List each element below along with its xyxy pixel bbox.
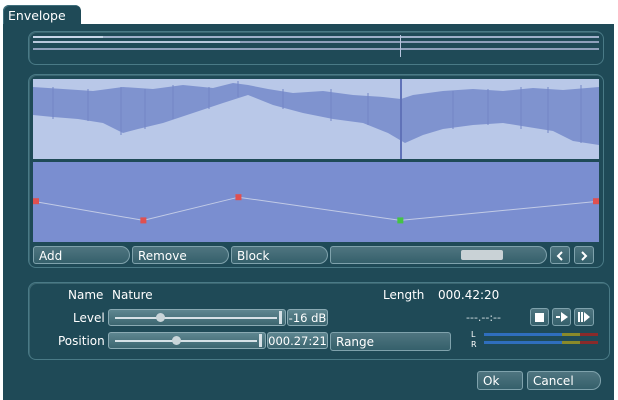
playhead-marker[interactable] [400,35,401,57]
play-button[interactable] [552,308,571,326]
position-slider-knob[interactable] [171,336,181,345]
meter-right-label: R [471,340,477,349]
block-button[interactable]: Block [231,246,328,264]
range-button[interactable]: Range [330,332,451,351]
length-value: 000.42:20 [438,288,500,302]
stop-button[interactable] [530,308,549,326]
position-slider[interactable] [108,332,266,349]
position-value-field[interactable]: 000.27:21 [267,332,328,349]
level-slider-knob[interactable] [156,313,166,322]
position-value: 000.27:21 [268,334,327,348]
play-selection-button[interactable] [574,308,594,326]
envelope-point[interactable] [140,217,147,224]
chevron-right-icon [581,251,588,261]
meter-left-label: L [471,330,476,339]
play-selection-icon [578,312,590,322]
scroll-left-button[interactable] [550,246,570,264]
audio-level-meter [484,333,598,347]
level-value: -16 dB [288,311,327,325]
cancel-button[interactable]: Cancel [527,371,601,390]
envelope-line [33,196,599,221]
level-slider[interactable] [108,309,286,326]
level-label: Level [73,311,105,325]
tab-envelope[interactable]: Envelope [3,5,81,25]
ok-button[interactable]: Ok [477,371,523,390]
overview-ruler[interactable] [33,35,599,61]
waveform-display[interactable] [33,79,599,159]
position-label: Position [58,334,105,348]
envelope-editor[interactable] [33,162,599,242]
name-value: Nature [112,288,153,302]
remove-button[interactable]: Remove [132,246,229,264]
envelope-point[interactable] [33,198,39,205]
name-label: Name [68,288,104,302]
waveform-graphic [33,79,599,159]
envelope-point[interactable] [235,194,242,201]
level-value-field[interactable]: -16 dB [287,309,328,326]
scroll-bar[interactable] [330,246,547,264]
scroll-thumb[interactable] [461,250,503,260]
waveform-fill [33,83,599,145]
chevron-left-icon [556,251,563,261]
envelope-point[interactable] [593,198,599,205]
length-label: Length [383,288,425,302]
add-button[interactable]: Add [33,246,130,264]
scroll-right-button[interactable] [574,246,594,264]
time-display: ---.--:-- [466,311,501,324]
envelope-point[interactable] [397,217,404,224]
stop-icon [535,313,544,322]
play-icon [555,312,568,322]
envelope-graphic [33,194,599,224]
